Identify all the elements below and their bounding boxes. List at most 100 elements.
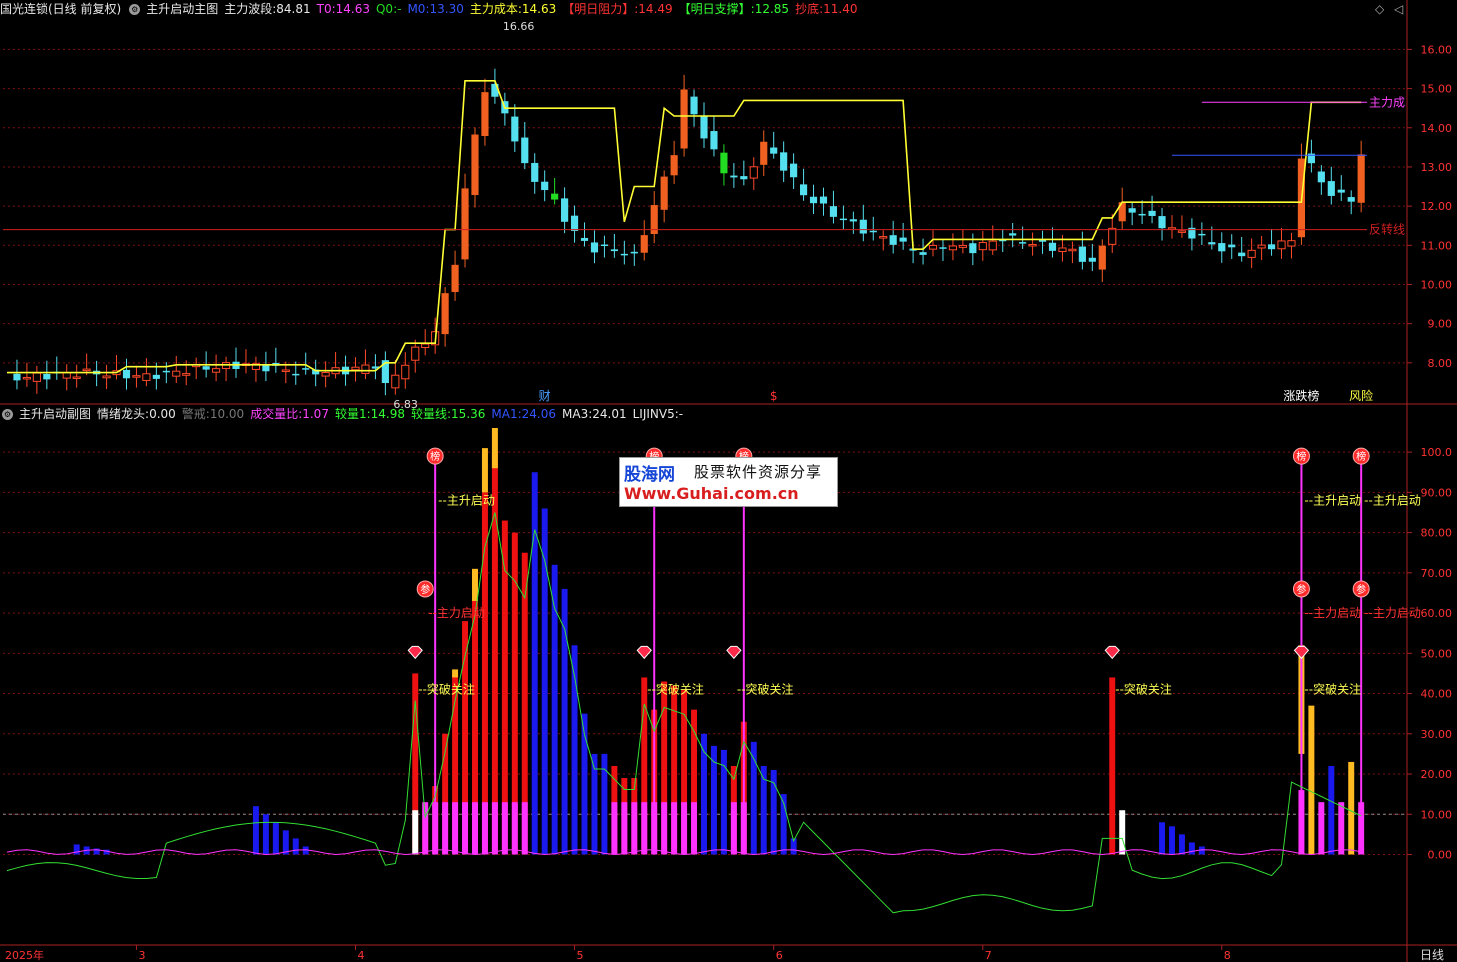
volume-bar (1168, 826, 1175, 855)
candle-body (969, 243, 977, 254)
volume-peak-bar (471, 568, 478, 602)
period-label: 日线 (1420, 948, 1444, 962)
indicator-value: 12.85 (754, 2, 790, 16)
indicator-item: 主力波段: (224, 2, 277, 16)
volume-peak-bar (452, 669, 459, 678)
volume-ratio-bar (481, 802, 488, 855)
diamond-icon[interactable]: ◇ (1375, 2, 1384, 16)
candle-body (928, 244, 938, 250)
candle-body (760, 141, 768, 165)
volume-ratio-bar (681, 802, 688, 855)
candle-body (690, 96, 698, 115)
indicator-value: 24.06 (521, 407, 557, 421)
volume-ratio-bar (641, 802, 648, 855)
signal-badge-text: 榜 (1356, 450, 1366, 463)
candle-body (461, 188, 469, 260)
candle-body (620, 253, 628, 256)
candle-body (182, 373, 191, 376)
candle-body (13, 373, 21, 381)
candle-body (142, 373, 151, 381)
volume-bar (1328, 765, 1335, 855)
candle-body (1128, 208, 1136, 213)
x-axis-label: 5 (577, 949, 584, 962)
candle-body (749, 166, 758, 179)
candle-body (102, 375, 111, 379)
candle-body (122, 369, 131, 379)
event-label: 风险 (1349, 388, 1373, 403)
volume-bar (282, 830, 289, 855)
candle-body (72, 376, 81, 379)
main-header: 国光连锁(日线 前复权) ⚙ 主升启动主图 主力波段:84.81 T0:14.63 Q0:… (0, 0, 869, 18)
candle-body (172, 370, 181, 377)
indicator-value: 24.01 (592, 407, 627, 421)
settings-gear-icon[interactable]: ⚙ (2, 409, 13, 420)
candle-body (570, 215, 579, 231)
signal-badge-text: 榜 (430, 450, 440, 463)
signal-label: --主力启动 (1304, 606, 1361, 620)
candle-body (869, 230, 877, 233)
indicator-value: 14.63 (335, 2, 370, 16)
collapse-arrow-icon[interactable]: ◁ (1394, 2, 1403, 16)
volume-bar (1318, 802, 1325, 855)
gem-icon (1293, 645, 1310, 660)
reference-line-label: 主力成 (1369, 95, 1405, 109)
volume-ratio-bar (491, 802, 498, 855)
candle-body (471, 134, 479, 196)
main-y-tick-label: 13.00 (1421, 161, 1453, 174)
signal-label: --主力启动 (428, 606, 485, 620)
candle-body (1019, 242, 1027, 244)
sub-y-tick-label: 80.00 (1421, 527, 1453, 540)
candle-body (411, 346, 420, 361)
candle-body (531, 162, 539, 182)
settings-gear-icon[interactable]: ⚙ (129, 4, 141, 15)
signal-badge-text: 参 (1356, 583, 1366, 596)
candle-body (561, 198, 569, 222)
candle-body (1287, 240, 1296, 247)
signal-badge-text: 参 (1296, 583, 1306, 596)
candle-body (580, 237, 589, 241)
candle-body (281, 369, 290, 372)
volume-bar (73, 844, 80, 855)
candle-body (939, 247, 947, 249)
candle-body (132, 375, 141, 378)
indicator-value: 1.07 (302, 407, 329, 421)
signal-label: --主力启动 (1364, 606, 1421, 620)
sub-y-tick-label: 90.00 (1421, 486, 1453, 499)
signal-label: --突破关注 (1115, 682, 1172, 697)
signal-label: --主升启动 (438, 493, 495, 507)
candle-body (212, 368, 221, 373)
volume-peak-bar (491, 428, 498, 469)
candle-body (551, 193, 559, 200)
main-indicator-values: 主力波段:84.81 T0:14.63 Q0:- M0:13.30 主力成本:14.63… (224, 2, 863, 16)
candle-body (1257, 244, 1266, 249)
signal-badge-text: 参 (420, 583, 430, 596)
indicator-value: 84.81 (276, 2, 311, 16)
volume-ratio-bar (471, 802, 478, 855)
candle-body (1218, 243, 1226, 252)
sub-y-tick-label: 60.00 (1421, 607, 1453, 620)
volume-bar (412, 810, 419, 855)
volume-ratio-bar (452, 802, 459, 855)
volume-bar (262, 814, 269, 855)
candle-body (1098, 245, 1106, 270)
candle-body (829, 206, 838, 217)
main-y-tick-label: 10.00 (1421, 278, 1453, 291)
candle-body (1198, 233, 1206, 236)
sub-y-tick-label: 40.00 (1421, 688, 1453, 701)
volume-ratio-bar (442, 802, 449, 855)
candle-body (1277, 240, 1286, 250)
gem-icon (407, 645, 423, 660)
volume-bar (1308, 705, 1315, 855)
main-y-tick-label: 15.00 (1421, 83, 1453, 96)
x-axis-label: 3 (138, 949, 145, 962)
candle-body (43, 373, 51, 380)
indicator-value: 11.40 (823, 2, 858, 16)
volume-ratio-bar (661, 802, 668, 855)
indicator-item: 【明日阻力】: (562, 2, 639, 16)
candle-body (889, 235, 897, 245)
volume-ratio-bar (691, 802, 698, 855)
candle-body (391, 374, 400, 389)
candle-body (521, 137, 529, 164)
x-axis-label: 6 (776, 949, 783, 962)
candle-body (421, 343, 430, 349)
